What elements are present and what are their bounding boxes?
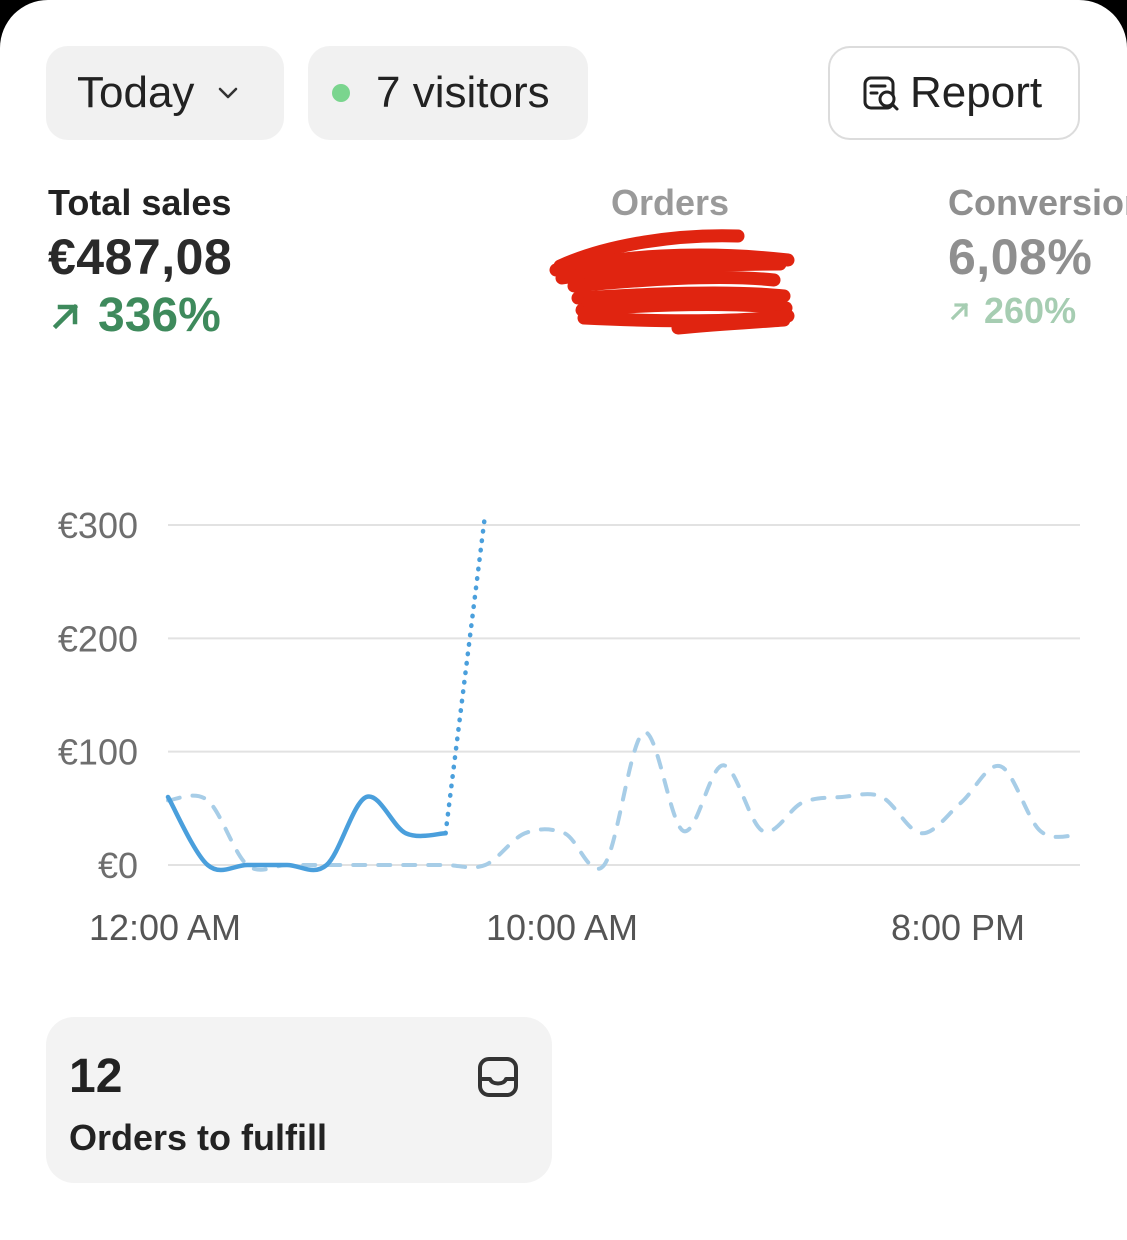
series-line-dashed [166,730,1082,872]
total-sales-change-value: 336% [98,289,221,342]
total-sales-change: 336% [48,288,232,343]
orders-to-fulfill-label: Orders to fulfill [69,1117,328,1158]
total-sales-label: Total sales [48,182,232,223]
arrow-up-right-icon [950,302,969,321]
orders-to-fulfill-count: 12 [69,1050,123,1103]
orders-label: Orders [611,182,730,223]
y-tick-label: €300 [58,505,138,546]
live-status-dot [332,84,350,102]
inbox-icon [478,1057,518,1097]
y-tick-label: €200 [58,618,138,659]
report-label: Report [910,68,1043,117]
orders-metric[interactable]: Orders [611,182,729,224]
y-tick-label: €100 [58,732,138,773]
orders-to-fulfill-card[interactable]: 12 Orders to fulfill [46,1017,552,1183]
dashboard-card: Today 7 visitors Report Total sales €487… [0,0,1127,1240]
x-tick-label: 8:00 PM [891,907,1025,948]
total-sales-metric[interactable]: Total sales €487,08 336% [48,182,232,343]
date-range-dropdown[interactable]: Today [46,46,284,140]
sales-chart[interactable]: €300 €200 €100 €0 12:00 AM 10:00 AM 8:00 PM [0,490,1127,960]
visitors-label: 7 visitors [376,68,550,117]
arrow-up-right-icon [52,303,79,329]
report-search-icon [863,76,899,111]
x-tick-label: 10:00 AM [486,907,638,948]
series-line-dotted [443,511,488,836]
x-tick-label: 12:00 AM [89,907,241,948]
conversion-change-value: 260% [984,290,1077,331]
conversion-metric[interactable]: Conversion 6,08% 260% [948,182,1127,332]
series-line-solid [165,794,448,873]
date-range-label: Today [77,68,195,117]
report-button[interactable]: Report [828,46,1080,140]
redaction-scribble [549,229,795,335]
conversion-label: Conversion [948,182,1127,223]
chevron-down-icon [219,87,238,99]
total-sales-value: €487,08 [48,229,233,285]
y-tick-label: €0 [98,845,138,886]
conversion-change: 260% [948,290,1127,332]
conversion-value: 6,08% [948,229,1093,285]
live-visitors-button[interactable]: 7 visitors [308,46,588,140]
